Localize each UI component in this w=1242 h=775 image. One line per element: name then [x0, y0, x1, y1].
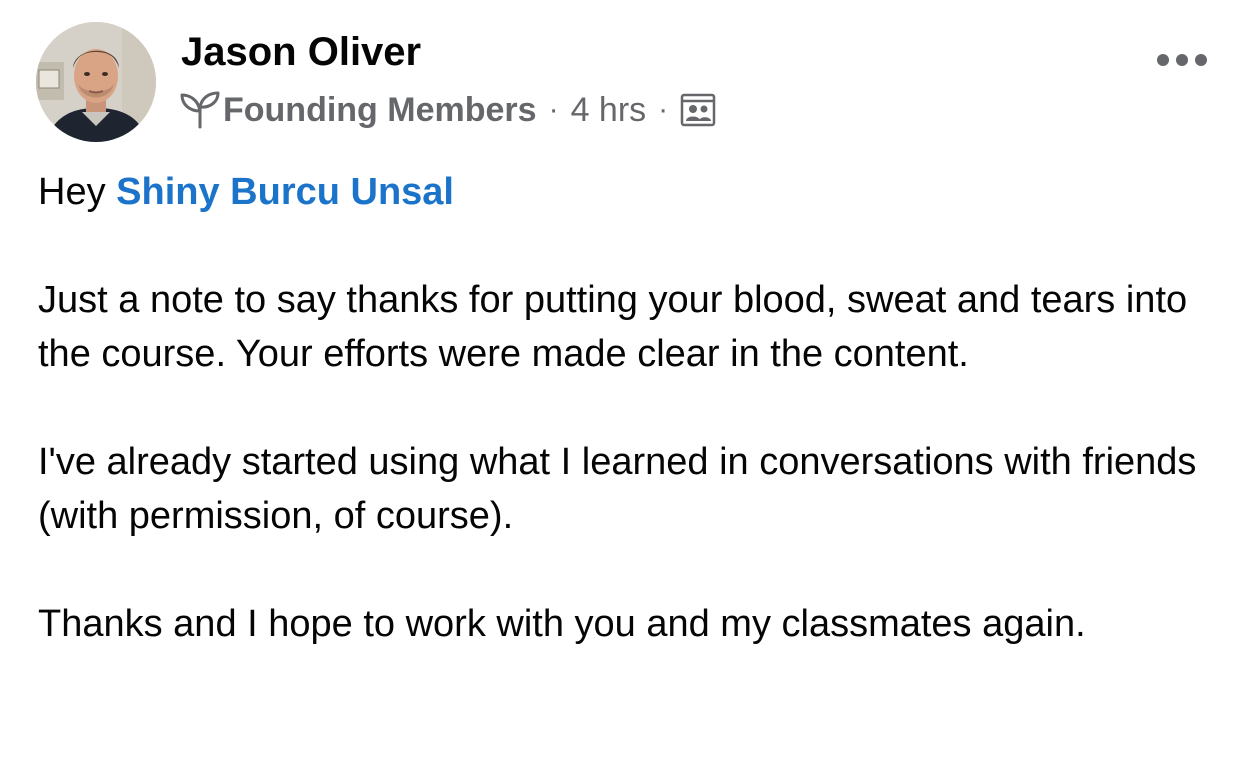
- post-paragraph: I've already started using what I learne…: [38, 441, 1197, 537]
- more-options-button[interactable]: [1152, 42, 1212, 78]
- members-audience-icon[interactable]: [680, 92, 716, 128]
- more-options-icon: [1157, 54, 1207, 66]
- meta-separator: ·: [658, 93, 669, 126]
- author-avatar[interactable]: [36, 22, 156, 142]
- post-body: Hey Shiny Burcu Unsal Just a note to say…: [38, 165, 1218, 705]
- meta-separator: ·: [548, 93, 559, 126]
- post-paragraph: Just a note to say thanks for putting yo…: [38, 279, 1188, 375]
- group-link[interactable]: Founding Members: [223, 91, 537, 130]
- post-timestamp[interactable]: 4 hrs: [571, 91, 647, 130]
- profile-photo-icon: [36, 22, 156, 142]
- mention-link[interactable]: Shiny Burcu Unsal: [116, 171, 454, 213]
- sprout-icon: [179, 91, 221, 129]
- author-name[interactable]: Jason Oliver: [181, 30, 421, 75]
- greeting-line: Hey Shiny Burcu Unsal: [38, 165, 1218, 219]
- greeting-text: Hey: [38, 171, 106, 213]
- post-meta: Founding Members · 4 hrs ·: [179, 86, 716, 134]
- post-paragraph: Thanks and I hope to work with you and m…: [38, 603, 1086, 645]
- post-card: Jason Oliver Founding Members · 4 hrs ·: [0, 0, 1242, 775]
